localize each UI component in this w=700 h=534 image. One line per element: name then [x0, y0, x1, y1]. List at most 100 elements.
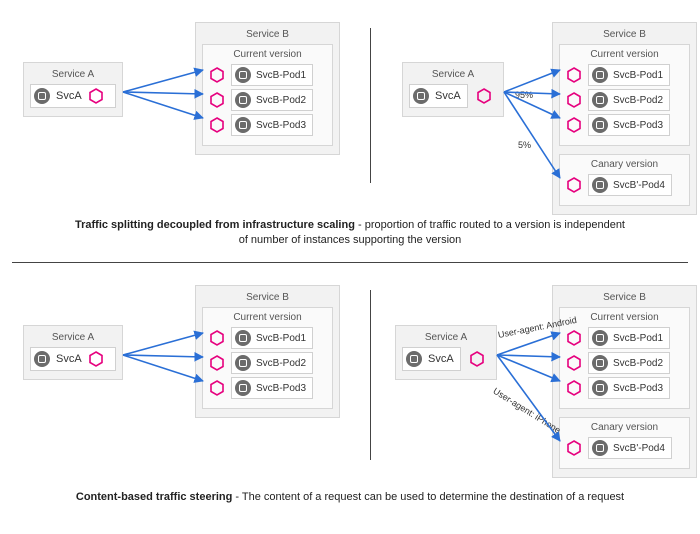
pod-icon	[592, 330, 608, 346]
pod-icon	[34, 351, 50, 367]
hexagon-icon	[566, 355, 582, 371]
caption-2-rest: - The content of a request can be used t…	[232, 491, 624, 503]
pod-icon	[592, 117, 608, 133]
pod-row: SvcB-Pod3	[566, 377, 683, 399]
hexagon-icon	[209, 330, 225, 346]
pod-row: SvcB-Pod2	[566, 352, 683, 374]
pod-icon	[235, 330, 251, 346]
pod-pill: SvcB-Pod2	[231, 89, 313, 111]
pod-row: SvcB-Pod2	[209, 89, 326, 111]
pod-name: SvcB'-Pod4	[613, 180, 665, 191]
service-b-label: Service B	[559, 292, 690, 303]
hexagon-icon	[566, 440, 582, 456]
pod-name: SvcB-Pod2	[613, 358, 663, 369]
vertical-divider	[370, 28, 371, 183]
svca-name: SvcA	[435, 90, 461, 102]
pod-name: SvcB-Pod1	[613, 70, 663, 81]
pod-row: SvcB'-Pod4	[566, 174, 683, 196]
svca-box: SvcA	[30, 84, 116, 108]
current-version-label: Current version	[209, 312, 326, 323]
pod-icon	[592, 67, 608, 83]
service-b-label: Service B	[559, 29, 690, 40]
pod-name: SvcB-Pod1	[256, 70, 306, 81]
pod-row: SvcB'-Pod4	[566, 437, 683, 459]
pod-pill: SvcB-Pod2	[588, 89, 670, 111]
pod-icon	[406, 351, 422, 367]
hexagon-icon	[566, 177, 582, 193]
pod-pill: SvcB-Pod1	[588, 327, 670, 349]
pod-icon	[592, 380, 608, 396]
hexagon-icon	[476, 88, 492, 104]
svca-pill: SvcA	[409, 84, 468, 108]
pod-icon	[235, 117, 251, 133]
bottom-right-service-a: Service A SvcA	[395, 325, 497, 380]
pod-pill: SvcB-Pod1	[231, 64, 313, 86]
pod-icon	[592, 440, 608, 456]
svca-box: SvcA	[409, 84, 497, 108]
pod-row: SvcB-Pod1	[209, 64, 326, 86]
hexagon-icon	[209, 67, 225, 83]
svca-box: SvcA	[30, 347, 116, 371]
top-left-service-a: Service A SvcA	[23, 62, 123, 117]
pod-icon	[34, 88, 50, 104]
pod-row: SvcB-Pod1	[209, 327, 326, 349]
service-a-label: Service A	[409, 69, 497, 80]
hexagon-icon	[88, 351, 104, 367]
diagram-canvas: Service A SvcA Service B Current version…	[0, 0, 700, 534]
top-left-service-b: Service B Current version SvcB-Pod1 SvcB…	[195, 22, 340, 155]
hexagon-icon	[209, 117, 225, 133]
pod-name: SvcB'-Pod4	[613, 443, 665, 454]
service-a-label: Service A	[30, 69, 116, 80]
pod-pill: SvcB-Pod3	[588, 114, 670, 136]
pod-icon	[235, 355, 251, 371]
pod-name: SvcB-Pod2	[613, 95, 663, 106]
current-version-label: Current version	[209, 49, 326, 60]
current-version-box: Current version SvcB-Pod1 SvcB-Pod2 SvcB…	[559, 307, 690, 409]
bottom-left-service-b: Service B Current version SvcB-Pod1 SvcB…	[195, 285, 340, 418]
hexagon-icon	[209, 355, 225, 371]
pod-icon	[592, 355, 608, 371]
top-right-service-a: Service A SvcA	[402, 62, 504, 117]
hexagon-icon	[88, 88, 104, 104]
current-version-box: Current version SvcB-Pod1 SvcB-Pod2 SvcB…	[202, 44, 333, 146]
pod-icon	[235, 67, 251, 83]
hexagon-icon	[209, 380, 225, 396]
pod-name: SvcB-Pod3	[256, 120, 306, 131]
pod-icon	[413, 88, 429, 104]
pod-pill: SvcB-Pod2	[588, 352, 670, 374]
pod-pill: SvcB-Pod1	[588, 64, 670, 86]
svca-box: SvcA	[402, 347, 490, 371]
pod-row: SvcB-Pod2	[566, 89, 683, 111]
pod-name: SvcB-Pod3	[613, 383, 663, 394]
pod-row: SvcB-Pod1	[566, 327, 683, 349]
pod-name: SvcB-Pod1	[256, 333, 306, 344]
weight-label-95: 95%	[515, 90, 533, 100]
pod-name: SvcB-Pod1	[613, 333, 663, 344]
hexagon-icon	[469, 351, 485, 367]
canary-version-label: Canary version	[566, 159, 683, 170]
bottom-right-service-b: Service B Current version SvcB-Pod1 SvcB…	[552, 285, 697, 478]
svca-name: SvcA	[428, 353, 454, 365]
pod-pill: SvcB-Pod3	[231, 377, 313, 399]
vertical-divider	[370, 290, 371, 460]
pod-name: SvcB-Pod3	[256, 383, 306, 394]
hexagon-icon	[566, 67, 582, 83]
pod-icon	[592, 92, 608, 108]
pod-name: SvcB-Pod2	[256, 95, 306, 106]
hexagon-icon	[209, 92, 225, 108]
service-b-label: Service B	[202, 29, 333, 40]
canary-version-box: Canary version SvcB'-Pod4	[559, 154, 690, 206]
current-version-box: Current version SvcB-Pod1 SvcB-Pod2 SvcB…	[202, 307, 333, 409]
caption-1: Traffic splitting decoupled from infrast…	[70, 218, 630, 248]
svca-name: SvcA	[56, 353, 82, 365]
service-b-label: Service B	[202, 292, 333, 303]
hexagon-icon	[566, 92, 582, 108]
pod-row: SvcB-Pod2	[209, 352, 326, 374]
pod-icon	[235, 92, 251, 108]
pod-row: SvcB-Pod3	[209, 377, 326, 399]
current-version-label: Current version	[566, 312, 683, 323]
pod-pill: SvcB-Pod2	[231, 352, 313, 374]
horizontal-divider	[12, 262, 688, 263]
svca-name: SvcA	[56, 90, 82, 102]
hexagon-icon	[566, 330, 582, 346]
